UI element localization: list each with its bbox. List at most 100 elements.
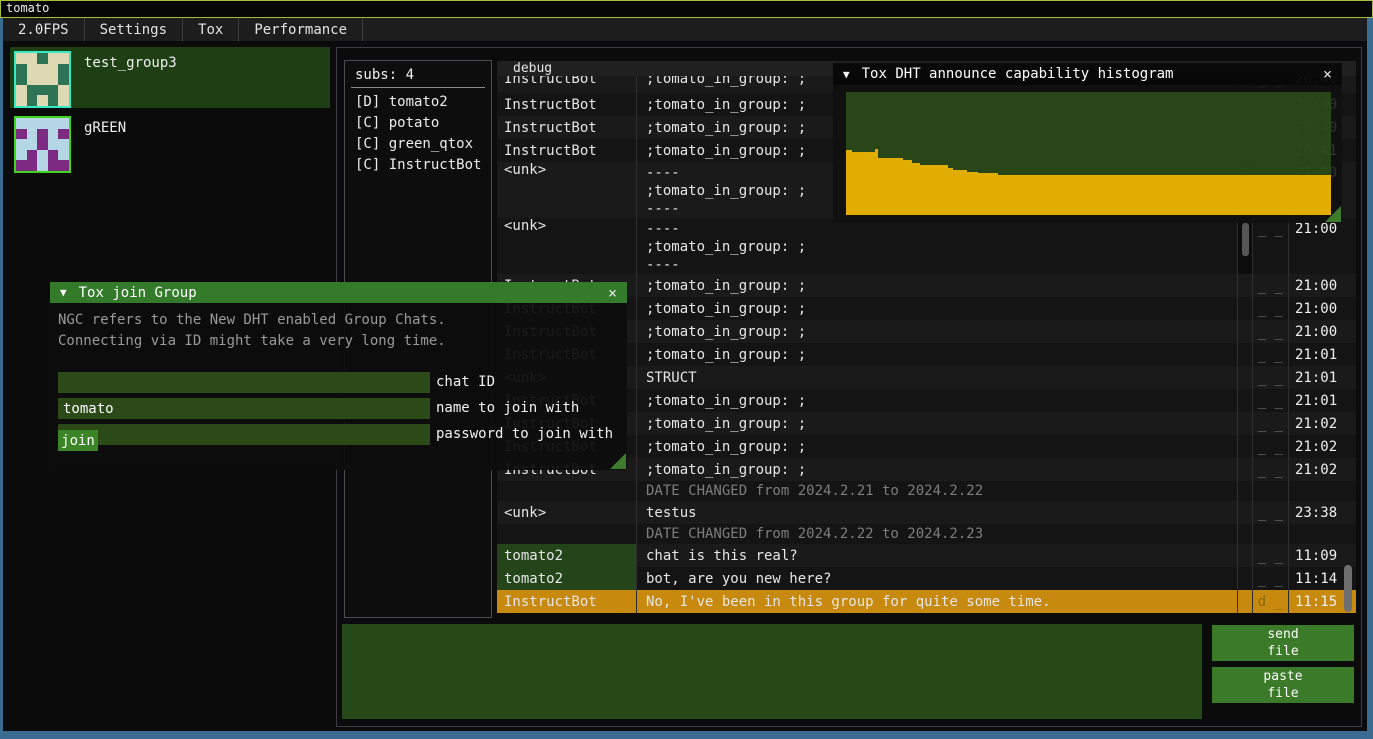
subs-member[interactable]: [C] InstructBot — [355, 155, 491, 176]
join-field-label: password to join with — [436, 426, 626, 442]
join-button[interactable]: join — [58, 430, 98, 451]
sender-name: InstructBot — [497, 93, 637, 116]
histogram-bar — [852, 152, 875, 215]
chat-row[interactable]: tomato2chat is this real?_ _11:09 — [497, 544, 1356, 567]
message-text: ---- ;tomato_in_group: ; ---- — [637, 218, 1238, 274]
message-flags — [1253, 524, 1289, 544]
message-cell-scroll-gutter — [1238, 481, 1253, 501]
close-icon[interactable]: × — [608, 284, 617, 302]
chat-row[interactable]: tomato2bot, are you new here?_ _11:14 — [497, 567, 1356, 590]
message-input[interactable] — [342, 624, 1202, 719]
group-name-label: gREEN — [84, 120, 126, 136]
chat-row[interactable]: InstructBotNo, I've been in this group f… — [497, 590, 1356, 613]
join-group-titlebar[interactable]: ▼ Tox join Group × — [50, 282, 627, 303]
sender-name: tomato2 — [497, 567, 637, 590]
chat-row[interactable]: <unk>---- ;tomato_in_group: ; ----_ _21:… — [497, 218, 1356, 274]
join-info-line: Connecting via ID might take a very long… — [50, 331, 627, 352]
chat-scrollbar-thumb[interactable] — [1344, 565, 1352, 612]
subs-member[interactable]: [C] potato — [355, 113, 491, 134]
resize-grip[interactable] — [610, 453, 626, 469]
dht-histogram-body — [833, 85, 1342, 223]
message-flags: _ _ — [1253, 366, 1289, 389]
message-text: ;tomato_in_group: ; — [637, 320, 1238, 343]
sender-name: InstructBot — [497, 590, 637, 613]
message-flags: _ _ — [1253, 435, 1289, 458]
message-cell-scroll-gutter — [1238, 501, 1253, 524]
message-text: ;tomato_in_group: ; — [637, 412, 1238, 435]
group-row-green[interactable]: gREEN — [10, 112, 330, 173]
message-flags: _ _ — [1253, 297, 1289, 320]
message-text: ;tomato_in_group: ; — [637, 274, 1238, 297]
join-field-row: password to join with — [58, 424, 430, 445]
message-scrollbar-thumb[interactable] — [1242, 223, 1249, 256]
message-cell-scroll-gutter — [1238, 458, 1253, 481]
window-frame-left — [0, 17, 3, 739]
message-text: bot, are you new here? — [637, 567, 1238, 590]
send-file-button[interactable]: send file — [1212, 625, 1354, 661]
join-info-line: NGC refers to the New DHT enabled Group … — [50, 303, 627, 331]
message-cell-scroll-gutter — [1238, 274, 1253, 297]
window-frame-right — [1367, 17, 1373, 739]
join-input-chat-id[interactable] — [58, 372, 430, 393]
group-row-test_group3[interactable]: test_group3 — [10, 47, 330, 108]
sender-name: InstructBot — [497, 139, 637, 162]
close-icon[interactable]: × — [1323, 65, 1332, 83]
message-cell-scroll-gutter — [1238, 366, 1253, 389]
collapse-icon[interactable]: ▼ — [60, 286, 67, 299]
message-flags: _ _ — [1253, 567, 1289, 590]
subs-separator — [351, 87, 485, 88]
message-cell-scroll-gutter — [1238, 389, 1253, 412]
message-text: ;tomato_in_group: ; — [637, 458, 1238, 481]
message-flags: d _ — [1253, 590, 1289, 613]
message-flags: _ _ — [1253, 274, 1289, 297]
sender-name: <unk> — [497, 162, 637, 218]
histogram-bar — [912, 163, 920, 215]
subs-member[interactable]: [C] green_qtox — [355, 134, 491, 155]
histogram-bar — [903, 160, 912, 215]
sender-name — [497, 524, 637, 544]
sender-name: <unk> — [497, 501, 637, 524]
message-cell-scroll-gutter — [1238, 524, 1253, 544]
join-group-body: NGC refers to the New DHT enabled Group … — [50, 303, 627, 470]
join-input-name-to-join-with[interactable] — [58, 398, 430, 419]
chat-row[interactable]: DATE CHANGED from 2024.2.21 to 2024.2.22 — [497, 481, 1356, 501]
message-text: STRUCT — [637, 366, 1238, 389]
join-field-label: name to join with — [436, 400, 626, 416]
join-group-title: Tox join Group — [79, 285, 608, 301]
group-avatar — [14, 51, 71, 108]
subs-member[interactable]: [D] tomato2 — [355, 92, 491, 113]
dht-histogram-title: Tox DHT announce capability histogram — [862, 66, 1323, 82]
sender-name — [497, 481, 637, 501]
histogram-bar — [878, 158, 903, 215]
message-cell-scroll-gutter — [1238, 297, 1253, 320]
message-cell-scroll-gutter — [1238, 320, 1253, 343]
dht-histogram-titlebar[interactable]: ▼ Tox DHT announce capability histogram … — [833, 63, 1342, 85]
chat-scrollbar[interactable] — [1342, 76, 1354, 614]
menu-item-settings[interactable]: Settings — [85, 18, 183, 41]
menu-item-performance[interactable]: Performance — [239, 18, 363, 41]
sender-name: InstructBot — [497, 116, 637, 139]
paste-file-button[interactable]: paste file — [1212, 667, 1354, 703]
message-flags — [1253, 481, 1289, 501]
window-title: tomato — [0, 0, 1373, 18]
chat-row[interactable]: DATE CHANGED from 2024.2.22 to 2024.2.23 — [497, 524, 1356, 544]
message-text: DATE CHANGED from 2024.2.22 to 2024.2.23 — [637, 524, 1238, 544]
join-group-window: ▼ Tox join Group × NGC refers to the New… — [50, 282, 627, 470]
dht-histogram-window: ▼ Tox DHT announce capability histogram … — [833, 63, 1342, 223]
chat-row[interactable]: <unk>testus_ _23:38 — [497, 501, 1356, 524]
histogram-bar — [953, 170, 968, 216]
dht-histogram-plot — [846, 92, 1331, 215]
histogram-bar — [920, 165, 948, 215]
group-name-label: test_group3 — [84, 55, 177, 71]
resize-grip[interactable] — [1325, 206, 1341, 222]
collapse-icon[interactable]: ▼ — [843, 68, 850, 81]
subs-member-list: [D] tomato2[C] potato[C] green_qtox[C] I… — [345, 92, 491, 176]
message-text: ;tomato_in_group: ; — [637, 435, 1238, 458]
message-cell-scroll-gutter — [1238, 435, 1253, 458]
histogram-bar — [967, 172, 978, 215]
group-avatar — [14, 116, 71, 173]
message-cell-scroll-gutter — [1238, 567, 1253, 590]
menu-item-tox[interactable]: Tox — [183, 18, 239, 41]
message-flags: _ _ — [1253, 458, 1289, 481]
join-input-password-to-join-with[interactable] — [58, 424, 430, 445]
